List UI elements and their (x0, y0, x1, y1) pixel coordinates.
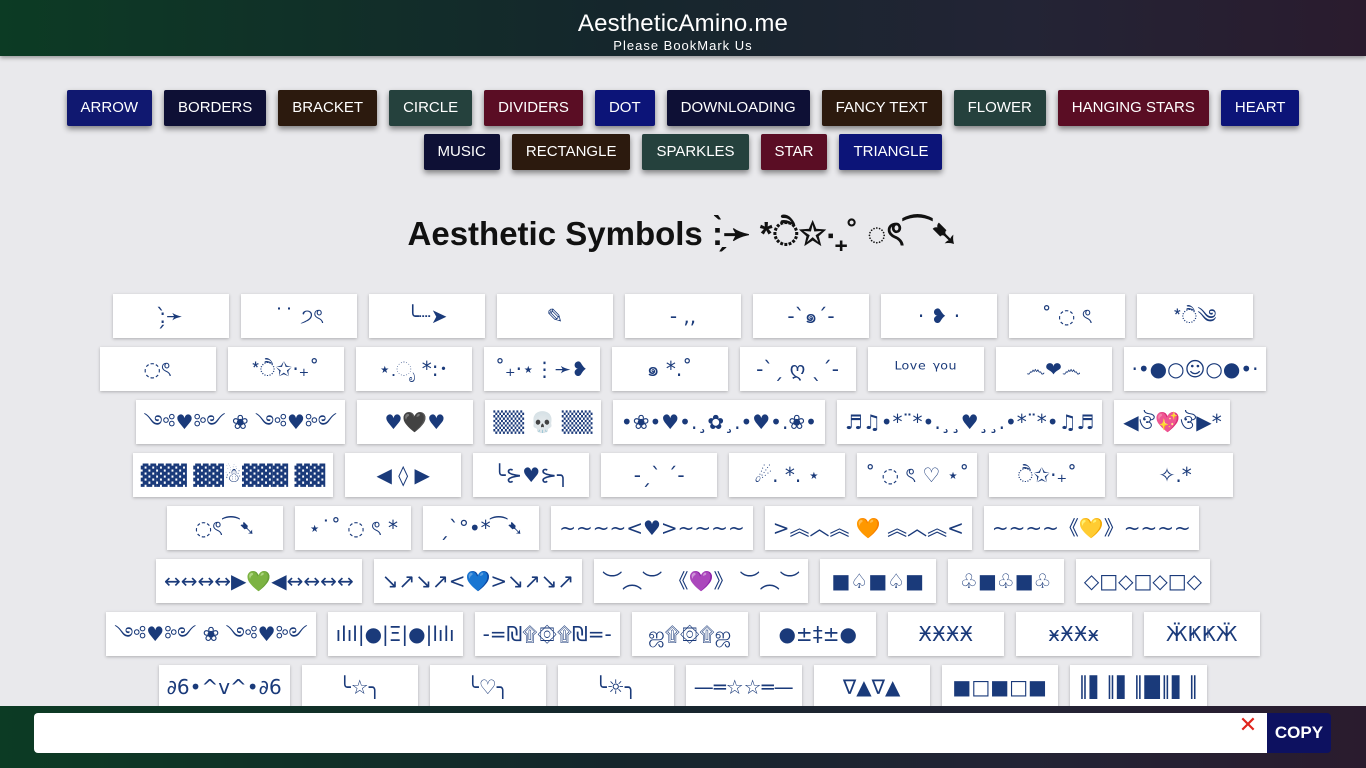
symbol-tile[interactable]: ║▌║▌║█║▌║ (1069, 665, 1208, 709)
symbol-tile[interactable]: ˚ ◌ ৎ (1009, 294, 1125, 338)
symbol-tile[interactable]: ılıl|●|Ξ|●|lılı (327, 612, 463, 656)
symbol-tile[interactable]: · ❥ · (881, 294, 997, 338)
symbol-tile[interactable]: ▒▒ 💀 ▒▒ (484, 400, 601, 444)
symbol-grid: :̗̀➛ ˙˙ ੭ৎ ╰┈➤ ✎ - ,, -ˋ๑ˊ- · ❥ · ˚ ◌ ৎ *ੈ༄ ◌ৎ *ੈ✩… (80, 294, 1286, 709)
symbol-tile[interactable]: ■□■□■ (941, 665, 1058, 709)
symbol-tile[interactable]: *ੈ✩‧₊˚ (227, 347, 344, 391)
symbol-tile[interactable]: -ˋ๑ˊ- (753, 294, 869, 338)
symbol-tile[interactable]: ↔↔↔↔▶💚◀↔↔↔↔ (155, 559, 362, 603)
category-button-hanging-stars[interactable]: HANGING STARS (1057, 90, 1209, 126)
symbol-tile[interactable]: ༺♥༻ ❀ ༺♥༻ (106, 612, 316, 656)
symbol-tile[interactable]: ■♤■♤■ (819, 559, 936, 603)
symbol-tile[interactable]: ~~~~《💛》~~~~ (983, 506, 1199, 550)
symbol-tile[interactable]: ∂6•^v^•∂6 (158, 665, 290, 709)
symbol-tile[interactable]: ╰☆╮ (301, 665, 418, 709)
clear-icon[interactable]: ✕ (1238, 714, 1258, 738)
symbol-tile[interactable]: -ˋˏ ღ ˎˊ- (739, 347, 856, 391)
copy-bar: ✕ COPY (0, 706, 1366, 768)
category-button-fancy-text[interactable]: FANCY TEXT (821, 90, 942, 126)
symbol-tile[interactable]: ◌ৎ⁀➷ (167, 506, 284, 550)
symbol-tile[interactable]: ⋆˙˚ ◌ ৎ * (295, 506, 412, 550)
symbol-tile[interactable]: ◀ ◊ ▶ (345, 453, 462, 497)
symbol-tile[interactable]: ӿӾӾӿ (1015, 612, 1132, 656)
symbol-tile[interactable]: -ˏˋ ˊ- (601, 453, 718, 497)
symbol-tile[interactable]: ⋆.ೃ *:･ (355, 347, 472, 391)
symbol-tile[interactable]: ♥🖤♥ (356, 400, 473, 444)
symbol-tile[interactable]: ✎ (497, 294, 613, 338)
symbol-tile[interactable]: ♬♫•*¨*•.¸¸♥¸¸.•*¨*•♫♬ (836, 400, 1103, 444)
category-button-sparkles[interactable]: SPARKLES (642, 134, 749, 170)
symbol-tile[interactable]: ӾӾӾӾ (887, 612, 1004, 656)
symbol-tile[interactable]: ✧.* (1117, 453, 1234, 497)
symbol-tile[interactable]: ╰☼╮ (557, 665, 674, 709)
symbol-tile[interactable]: ෴❤෴ (995, 347, 1112, 391)
copy-input[interactable] (34, 713, 1268, 753)
symbol-tile[interactable]: ˚ ◌ ৎ ♡ ⋆˚ (857, 453, 978, 497)
symbol-tile[interactable]: ◇□◇□◇□◇ (1075, 559, 1211, 603)
copy-button[interactable]: COPY (1267, 713, 1331, 753)
category-button-borders[interactable]: BORDERS (164, 90, 267, 126)
symbol-tile[interactable]: ╰⊱♥⊱╮ (473, 453, 590, 497)
page-title: Aesthetic Symbols :̗̀➛ *ੈ✩‧₊˚ ◌ৎ⁀➷ (407, 215, 959, 252)
symbol-tile[interactable]: ◀ঔ💖ঔ▶* (1114, 400, 1231, 444)
category-button-downloading[interactable]: DOWNLOADING (666, 90, 810, 126)
category-nav: ARROW BORDERS BRACKET CIRCLE DIVIDERS DOT DOWN… (0, 90, 1366, 170)
symbol-tile[interactable]: - ,, (625, 294, 741, 338)
symbol-tile[interactable]: ˏˋ°•*⁀➷ (423, 506, 540, 550)
site-title[interactable]: AestheticAmino.me (0, 0, 1366, 37)
category-button-dot[interactable]: DOT (594, 90, 655, 126)
symbol-tile[interactable]: ︶︵︶ 《💜》 ︶︵︶ (594, 559, 808, 603)
symbol-tile[interactable]: ∇▲∇▲ (813, 665, 930, 709)
symbol-tile[interactable]: ◌ৎ (99, 347, 216, 391)
category-button-triangle[interactable]: TRIANGLE (839, 134, 943, 170)
site-header: AestheticAmino.me Please BookMark Us (0, 0, 1366, 56)
symbol-tile[interactable]: ╰┈➤ (369, 294, 485, 338)
symbol-tile[interactable]: •❀•♥•.¸✿¸.•♥•.❀• (612, 400, 825, 444)
category-button-bracket[interactable]: BRACKET (278, 90, 378, 126)
symbol-tile[interactable]: ☄. *. ⋆ (729, 453, 846, 497)
category-button-rectangle[interactable]: RECTANGLE (511, 134, 631, 170)
symbol-tile[interactable]: -=₪۩۞۩₪=- (474, 612, 620, 656)
site-subtitle: Please BookMark Us (613, 38, 753, 53)
category-button-circle[interactable]: CIRCLE (389, 90, 473, 126)
symbol-tile[interactable]: ˙˙ ੭ৎ (241, 294, 357, 338)
symbol-tile[interactable]: ˚₊‧⋆⋮➛❥ (483, 347, 600, 391)
category-button-heart[interactable]: HEART (1220, 90, 1300, 126)
symbol-tile[interactable]: ♧■♧■♧ (947, 559, 1064, 603)
symbol-tile[interactable]: ▓▓▓ ▓▓☃▓▓▓ ▓▓ (132, 453, 334, 497)
symbol-tile[interactable]: ஜ۩۞۩ஜ (631, 612, 748, 656)
symbol-tile[interactable]: ·•●○☺○●•· (1123, 347, 1267, 391)
symbol-tile[interactable]: *ੈ༄ (1137, 294, 1253, 338)
symbol-tile[interactable]: ӜҜҜӜ (1143, 612, 1260, 656)
symbol-tile[interactable]: ↘↗↘↗<💙>↘↗↘↗ (373, 559, 583, 603)
symbol-tile[interactable]: ~~~~<♥>~~~~ (551, 506, 753, 550)
symbol-tile[interactable]: ੈ✩‧₊˚ (989, 453, 1106, 497)
symbol-tile[interactable]: —═☆☆═— (685, 665, 802, 709)
symbol-tile[interactable]: ᴸᵒᵛᵉ ᵞᵒᵘ (867, 347, 984, 391)
category-button-dividers[interactable]: DIVIDERS (484, 90, 583, 126)
symbol-tile[interactable]: >︽︿︽ 🧡 ︽︿︽< (764, 506, 972, 550)
category-button-flower[interactable]: FLOWER (953, 90, 1046, 126)
symbol-tile[interactable]: ๑ *.˚ (611, 347, 728, 391)
symbol-tile[interactable]: ╰♡╮ (429, 665, 546, 709)
symbol-tile[interactable]: ●±‡±● (759, 612, 876, 656)
symbol-tile[interactable]: ༺♥༻ ❀ ༺♥༻ (135, 400, 345, 444)
category-button-music[interactable]: MUSIC (423, 134, 500, 170)
symbol-tile[interactable]: :̗̀➛ (113, 294, 229, 338)
category-button-star[interactable]: STAR (760, 134, 828, 170)
category-button-arrow[interactable]: ARROW (66, 90, 153, 126)
